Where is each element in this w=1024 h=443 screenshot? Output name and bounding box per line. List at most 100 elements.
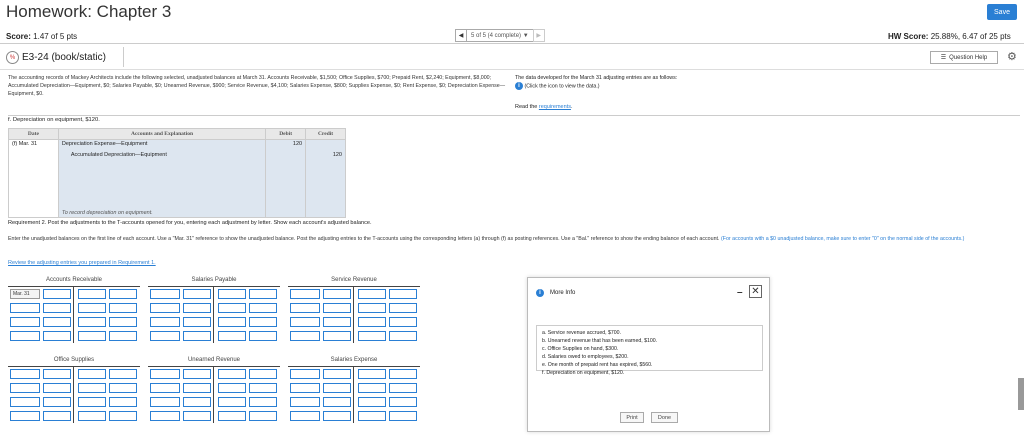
t-account-input[interactable]	[358, 411, 386, 421]
t-account-input[interactable]	[389, 383, 417, 393]
t-account-input[interactable]	[109, 303, 137, 313]
t-account-input[interactable]	[358, 369, 386, 379]
t-account-input[interactable]	[358, 317, 386, 327]
t-account-input[interactable]	[290, 303, 320, 313]
t-account-input[interactable]	[78, 397, 106, 407]
t-account-input[interactable]	[323, 317, 351, 327]
prev-question-button[interactable]: ◀	[455, 29, 467, 42]
t-account-input[interactable]	[249, 397, 277, 407]
t-account-input[interactable]	[109, 289, 137, 299]
scrollbar[interactable]	[1018, 378, 1024, 410]
t-account-input[interactable]	[183, 383, 211, 393]
cell-debit[interactable]	[265, 150, 307, 162]
t-account-input[interactable]	[218, 303, 246, 313]
next-question-button[interactable]: ▶	[532, 29, 545, 42]
t-account-input[interactable]	[389, 317, 417, 327]
t-account-input[interactable]	[218, 289, 246, 299]
t-account-input[interactable]	[43, 303, 71, 313]
t-account-input[interactable]	[249, 411, 277, 421]
t-account-input[interactable]	[43, 317, 71, 327]
t-account-input[interactable]	[183, 289, 211, 299]
t-account-input[interactable]	[389, 303, 417, 313]
t-account-input[interactable]	[183, 303, 211, 313]
t-account-input[interactable]	[43, 383, 71, 393]
t-account-input[interactable]	[389, 331, 417, 341]
t-account-input[interactable]	[323, 369, 351, 379]
cell-account[interactable]: Accumulated Depreciation—Equipment	[57, 150, 267, 162]
t-account-input[interactable]	[218, 411, 246, 421]
t-account-input[interactable]	[10, 397, 40, 407]
t-account-input[interactable]	[10, 411, 40, 421]
t-account-input[interactable]	[249, 303, 277, 313]
t-account-input[interactable]: Mar. 31	[10, 289, 40, 299]
t-account-input[interactable]	[249, 369, 277, 379]
t-account-input[interactable]	[389, 369, 417, 379]
cell-debit[interactable]: 120	[265, 139, 307, 151]
t-account-input[interactable]	[290, 383, 320, 393]
cell-account[interactable]: Depreciation Expense—Equipment	[57, 139, 267, 151]
t-account-input[interactable]	[358, 383, 386, 393]
t-account-input[interactable]	[290, 331, 320, 341]
t-account-input[interactable]	[109, 411, 137, 421]
done-button[interactable]: Done	[651, 412, 678, 423]
t-account-input[interactable]	[10, 383, 40, 393]
t-account-input[interactable]	[358, 303, 386, 313]
t-account-input[interactable]	[290, 411, 320, 421]
t-account-input[interactable]	[43, 411, 71, 421]
t-account-input[interactable]	[290, 317, 320, 327]
save-button[interactable]: Save	[987, 4, 1017, 20]
review-link[interactable]: Review the adjusting entries you prepare…	[8, 260, 156, 266]
t-account-input[interactable]	[10, 317, 40, 327]
minimize-icon[interactable]: –	[737, 287, 743, 298]
t-account-input[interactable]	[183, 397, 211, 407]
t-account-input[interactable]	[43, 369, 71, 379]
t-account-input[interactable]	[290, 369, 320, 379]
t-account-input[interactable]	[249, 289, 277, 299]
t-account-input[interactable]	[109, 331, 137, 341]
t-account-input[interactable]	[323, 331, 351, 341]
t-account-input[interactable]	[150, 411, 180, 421]
t-account-input[interactable]	[109, 317, 137, 327]
t-account-input[interactable]	[358, 397, 386, 407]
t-account-input[interactable]	[218, 331, 246, 341]
t-account-input[interactable]	[249, 317, 277, 327]
t-account-input[interactable]	[183, 411, 211, 421]
t-account-input[interactable]	[109, 397, 137, 407]
t-account-input[interactable]	[389, 397, 417, 407]
print-button[interactable]: Print	[620, 412, 644, 423]
t-account-input[interactable]	[78, 303, 106, 313]
t-account-input[interactable]	[150, 397, 180, 407]
t-account-input[interactable]	[323, 411, 351, 421]
cell-credit[interactable]	[305, 139, 346, 151]
t-account-input[interactable]	[109, 383, 137, 393]
t-account-input[interactable]	[290, 397, 320, 407]
t-account-input[interactable]	[183, 331, 211, 341]
t-account-input[interactable]	[389, 289, 417, 299]
t-account-input[interactable]	[183, 369, 211, 379]
t-account-input[interactable]	[150, 289, 180, 299]
t-account-input[interactable]	[323, 303, 351, 313]
t-account-input[interactable]	[78, 289, 106, 299]
question-select[interactable]: 5 of 5 (4 complete) ▼	[467, 29, 533, 42]
info-icon[interactable]: i	[515, 82, 523, 90]
question-help-button[interactable]: ☰ Question Help	[930, 51, 998, 64]
t-account-input[interactable]	[323, 383, 351, 393]
t-account-input[interactable]	[249, 383, 277, 393]
t-account-input[interactable]	[150, 317, 180, 327]
t-account-input[interactable]	[358, 331, 386, 341]
t-account-input[interactable]	[150, 331, 180, 341]
t-account-input[interactable]	[109, 369, 137, 379]
t-account-input[interactable]	[10, 369, 40, 379]
t-account-input[interactable]	[43, 331, 71, 341]
t-account-input[interactable]	[10, 303, 40, 313]
t-account-input[interactable]	[218, 317, 246, 327]
t-account-input[interactable]	[78, 369, 106, 379]
t-account-input[interactable]	[389, 411, 417, 421]
t-account-input[interactable]	[78, 411, 106, 421]
t-account-input[interactable]	[78, 317, 106, 327]
t-account-input[interactable]	[290, 289, 320, 299]
close-icon[interactable]: ✕	[749, 285, 762, 298]
t-account-input[interactable]	[358, 289, 386, 299]
t-account-input[interactable]	[249, 331, 277, 341]
t-account-input[interactable]	[78, 331, 106, 341]
